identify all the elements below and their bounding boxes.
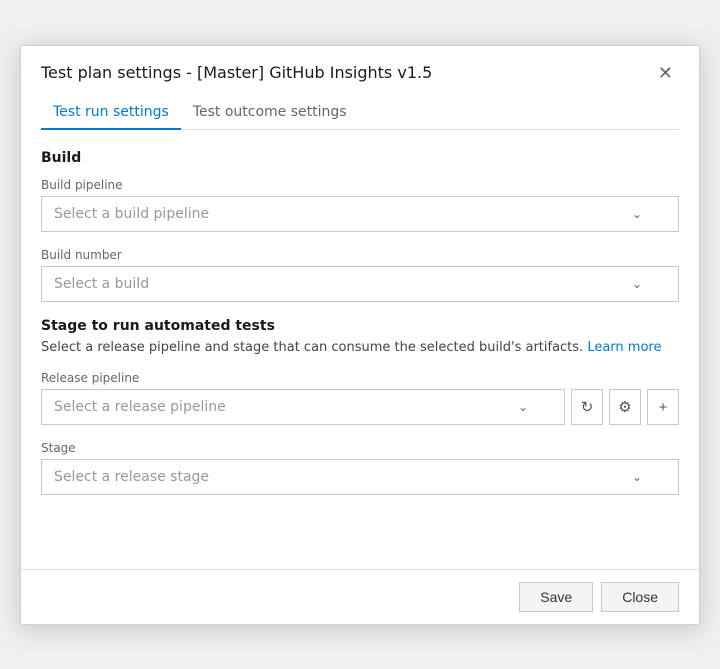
stage-description: Select a release pipeline and stage that…: [41, 338, 679, 358]
build-number-chevron-icon: ⌄: [632, 277, 642, 291]
release-pipeline-wrapper: Select a release pipeline ⌄: [41, 389, 565, 425]
dialog-close-button[interactable]: ✕: [652, 62, 679, 84]
refresh-icon: ↻: [581, 398, 594, 416]
pipeline-label: Build pipeline: [41, 178, 679, 192]
stage-section-title: Stage to run automated tests: [41, 318, 679, 334]
dialog-body: Build Build pipeline Select a build pipe…: [21, 130, 699, 569]
tab-test-outcome-settings[interactable]: Test outcome settings: [181, 96, 359, 130]
release-pipeline-placeholder: Select a release pipeline: [54, 399, 226, 415]
refresh-button[interactable]: ↻: [571, 389, 603, 425]
add-button[interactable]: +: [647, 389, 679, 425]
build-number-wrapper: Select a build ⌄: [41, 266, 679, 302]
build-pipeline-wrapper: Select a build pipeline ⌄: [41, 196, 679, 232]
release-pipeline-chevron-icon: ⌄: [518, 400, 528, 414]
build-number-label: Build number: [41, 248, 679, 262]
add-icon: +: [659, 399, 668, 416]
stage-select[interactable]: Select a release stage ⌄: [41, 459, 679, 495]
build-number-placeholder: Select a build: [54, 276, 149, 292]
build-pipeline-select[interactable]: Select a build pipeline ⌄: [41, 196, 679, 232]
tabs-bar: Test run settings Test outcome settings: [41, 96, 679, 130]
stage-label: Stage: [41, 441, 679, 455]
tab-test-run-settings[interactable]: Test run settings: [41, 96, 181, 130]
dialog-header: Test plan settings - [Master] GitHub Ins…: [21, 46, 699, 84]
learn-more-link[interactable]: Learn more: [587, 340, 661, 355]
dialog: Test plan settings - [Master] GitHub Ins…: [20, 45, 700, 625]
dialog-footer: Save Close: [21, 569, 699, 624]
build-number-select[interactable]: Select a build ⌄: [41, 266, 679, 302]
release-pipeline-label: Release pipeline: [41, 371, 679, 385]
stage-wrapper: Select a release stage ⌄: [41, 459, 679, 495]
save-button[interactable]: Save: [519, 582, 593, 612]
build-pipeline-chevron-icon: ⌄: [632, 207, 642, 221]
stage-placeholder: Select a release stage: [54, 469, 209, 485]
release-pipeline-select[interactable]: Select a release pipeline ⌄: [41, 389, 565, 425]
build-section-title: Build: [41, 150, 679, 166]
build-pipeline-placeholder: Select a build pipeline: [54, 206, 209, 222]
stage-chevron-icon: ⌄: [632, 470, 642, 484]
release-pipeline-row: Select a release pipeline ⌄ ↻ ⚙ +: [41, 389, 679, 425]
dialog-title: Test plan settings - [Master] GitHub Ins…: [41, 63, 432, 82]
gear-icon: ⚙: [618, 398, 631, 416]
settings-button[interactable]: ⚙: [609, 389, 641, 425]
close-button[interactable]: Close: [601, 582, 679, 612]
